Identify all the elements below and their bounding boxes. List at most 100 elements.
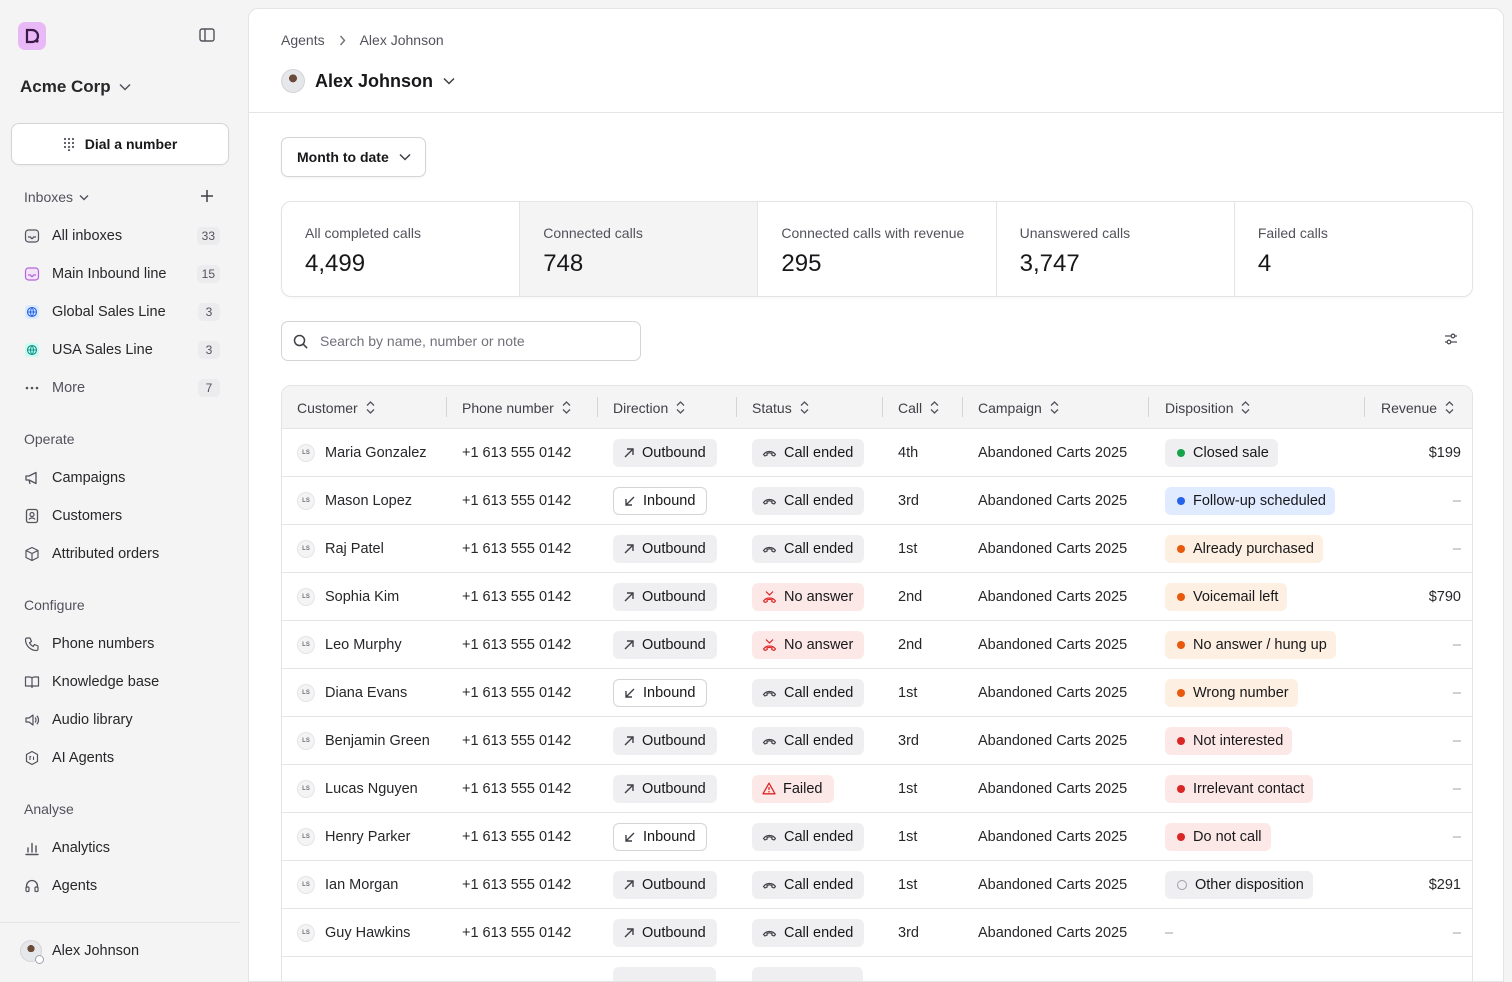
sidebar-item-ai-agents[interactable]: AI Agents (12, 741, 232, 775)
sidebar-item-attributed-orders[interactable]: Attributed orders (12, 537, 232, 571)
column-header-call[interactable]: Call (898, 386, 939, 429)
chevron-down-icon (79, 194, 89, 200)
sidebar-item-label: AI Agents (52, 750, 115, 766)
disposition-badge[interactable]: Closed sale (1165, 438, 1278, 467)
call-ended-icon (762, 690, 777, 697)
table-row[interactable]: LS Ian Morgan +1 613 555 0142 Outbound Call … (282, 861, 1472, 909)
customer-cell[interactable]: LS Mason Lopez (297, 477, 412, 524)
column-header-direction[interactable]: Direction (613, 386, 685, 429)
sidebar-item-phone-numbers[interactable]: Phone numbers (12, 627, 232, 661)
customer-cell[interactable]: LS Diana Evans (297, 669, 407, 716)
table-row[interactable]: LS Benjamin Green +1 613 555 0142 Outbound C… (282, 717, 1472, 765)
table-row[interactable]: LS Maria Gonzalez +1 613 555 0142 Outbound C… (282, 429, 1472, 477)
disposition-dot-icon (1177, 448, 1185, 457)
campaign-cell[interactable]: Abandoned Carts 2025 (978, 573, 1127, 620)
campaign-cell[interactable]: Abandoned Carts 2025 (978, 765, 1127, 812)
column-header-campaign[interactable]: Campaign (978, 386, 1059, 429)
sidebar-item-audio-library[interactable]: Audio library (12, 703, 232, 737)
campaign-cell[interactable]: Abandoned Carts 2025 (978, 525, 1127, 572)
user-menu[interactable]: Alex Johnson (20, 940, 139, 964)
campaign-cell[interactable]: Abandoned Carts 2025 (978, 813, 1127, 860)
status-cell (752, 967, 863, 981)
column-header-phone-number[interactable]: Phone number (462, 386, 571, 429)
filter-settings-icon[interactable] (1443, 332, 1461, 350)
column-header-status[interactable]: Status (752, 386, 809, 429)
disposition-badge[interactable]: Voicemail left (1165, 582, 1288, 611)
more-icon (24, 380, 40, 396)
customer-cell[interactable]: LS Ian Morgan (297, 861, 398, 908)
header-divider (249, 112, 1503, 113)
search-input[interactable]: Search by name, number or note (281, 321, 641, 361)
disposition-badge[interactable]: Irrelevant contact (1165, 774, 1314, 803)
stat-card-unanswered[interactable]: Unanswered calls 3,747 (997, 202, 1235, 296)
direction-cell: Inbound (613, 813, 708, 860)
table-row[interactable]: LS Guy Hawkins +1 613 555 0142 Outbound Call… (282, 909, 1472, 957)
table-row[interactable] (282, 957, 1472, 981)
table-row[interactable]: LS Mason Lopez +1 613 555 0142 Inbound Call … (282, 477, 1472, 525)
operate-section-label: Operate (24, 431, 75, 447)
campaign-cell[interactable]: Abandoned Carts 2025 (978, 717, 1127, 764)
stat-card-failed[interactable]: Failed calls 4 (1235, 202, 1472, 296)
sidebar-item-knowledge-base[interactable]: Knowledge base (12, 665, 232, 699)
table-row[interactable]: LS Diana Evans +1 613 555 0142 Inbound Call … (282, 669, 1472, 717)
sidebar-item-usa-sales-line[interactable]: USA Sales Line 3 (12, 333, 232, 367)
disposition-badge[interactable]: Already purchased (1165, 534, 1323, 563)
disposition-cell: Do not call (1165, 813, 1271, 860)
sidebar-item-global-sales-line[interactable]: Global Sales Line 3 (12, 295, 232, 329)
campaign-cell[interactable]: Abandoned Carts 2025 (978, 429, 1127, 476)
sidebar-item-main-inbound-line[interactable]: Main Inbound line 15 (12, 257, 232, 291)
direction-badge: Outbound (613, 918, 717, 947)
disposition-badge[interactable]: Do not call (1165, 822, 1271, 851)
sidebar-item-analytics[interactable]: Analytics (12, 831, 232, 865)
stat-card-all-completed[interactable]: All completed calls 4,499 (282, 202, 521, 296)
customer-cell[interactable]: LS Lucas Nguyen (297, 765, 418, 812)
direction-badge: Outbound (613, 630, 717, 659)
disposition-badge[interactable]: No answer / hung up (1165, 630, 1336, 659)
column-header-customer[interactable]: Customer (297, 386, 375, 429)
column-header-revenue[interactable]: Revenue (1381, 386, 1454, 429)
customer-cell[interactable]: LS Maria Gonzalez (297, 429, 427, 476)
stat-card-connected-revenue[interactable]: Connected calls with revenue 295 (758, 202, 997, 296)
stat-card-connected[interactable]: Connected calls 748 (520, 202, 759, 296)
disposition-badge[interactable]: Wrong number (1165, 678, 1298, 707)
customer-cell[interactable]: LS Raj Patel (297, 525, 384, 572)
app-logo[interactable] (18, 22, 46, 50)
table-row[interactable]: LS Leo Murphy +1 613 555 0142 Outbound No an… (282, 621, 1472, 669)
stat-label: Connected calls with revenue (781, 225, 965, 241)
sidebar-item-all-inboxes[interactable]: All inboxes 33 (12, 219, 232, 253)
campaign-cell[interactable]: Abandoned Carts 2025 (978, 477, 1127, 524)
table-row[interactable]: LS Lucas Nguyen +1 613 555 0142 Outbound Fai… (282, 765, 1472, 813)
sidebar-item-agents[interactable]: Agents (12, 869, 232, 903)
column-header-disposition[interactable]: Disposition (1165, 386, 1250, 429)
breadcrumb-agents-link[interactable]: Agents (281, 32, 325, 48)
status-badge: No answer (752, 630, 865, 659)
customer-cell[interactable]: LS Benjamin Green (297, 717, 430, 764)
org-switcher[interactable]: Acme Corp (20, 77, 131, 97)
sidebar-item-customers[interactable]: Customers (12, 499, 232, 533)
agent-switcher[interactable]: Alex Johnson (281, 69, 455, 93)
customer-cell[interactable]: LS Henry Parker (297, 813, 410, 860)
table-row[interactable]: LS Sophia Kim +1 613 555 0142 Outbound No an… (282, 573, 1472, 621)
inboxes-header[interactable]: Inboxes (24, 189, 89, 205)
dial-number-button[interactable]: Dial a number (11, 123, 229, 165)
campaign-cell[interactable]: Abandoned Carts 2025 (978, 621, 1127, 668)
campaign-cell[interactable]: Abandoned Carts 2025 (978, 861, 1127, 908)
sidebar-item-more[interactable]: More 7 (12, 371, 232, 405)
disposition-cell: Voicemail left (1165, 573, 1288, 620)
campaign-cell[interactable]: Abandoned Carts 2025 (978, 909, 1127, 956)
customer-cell[interactable]: LS Sophia Kim (297, 573, 399, 620)
disposition-badge[interactable]: Not interested (1165, 726, 1293, 755)
disposition-badge[interactable]: Other disposition (1165, 870, 1313, 899)
disposition-label: Voicemail left (1193, 588, 1279, 605)
date-range-select[interactable]: Month to date (281, 137, 426, 177)
customer-cell[interactable]: LS Guy Hawkins (297, 909, 410, 956)
table-row[interactable]: LS Henry Parker +1 613 555 0142 Inbound Call… (282, 813, 1472, 861)
status-badge: Call ended (752, 726, 865, 755)
add-inbox-icon[interactable] (199, 188, 217, 206)
customer-cell[interactable]: LS Leo Murphy (297, 621, 402, 668)
table-row[interactable]: LS Raj Patel +1 613 555 0142 Outbound Call e… (282, 525, 1472, 573)
disposition-badge[interactable]: Follow-up scheduled (1165, 486, 1335, 515)
sidebar-item-campaigns[interactable]: Campaigns (12, 461, 232, 495)
campaign-cell[interactable]: Abandoned Carts 2025 (978, 669, 1127, 716)
sidebar-toggle-icon[interactable] (199, 28, 217, 44)
